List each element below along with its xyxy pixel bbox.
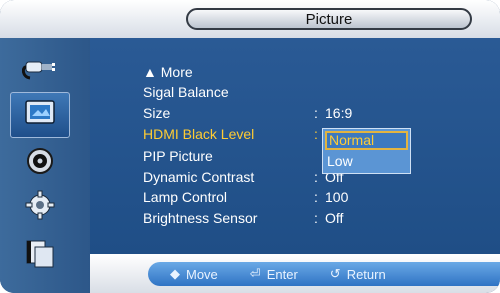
menu-item-label: Brightness Sensor [143,210,258,226]
menu-item-label: PIP Picture [143,148,213,164]
sidebar-item-input[interactable] [10,46,70,92]
menu-item-colon: : [314,169,318,185]
title-bar: Picture [0,0,500,38]
menu-item-colon: : [314,105,318,121]
return-icon: ↺ [329,266,341,281]
navigation-hints: ◆ Move ⏎ Enter ↺ Return [148,262,500,286]
setup-gear-icon [22,189,58,226]
move-hint-label: Move [186,266,218,282]
menu-item-value: 100 [325,189,349,205]
menu-item-label: Size [143,105,171,121]
menu-item-label: ▲ More [143,64,193,80]
menu-item-colon: : [314,126,318,142]
sidebar-item-multi-window[interactable] [10,232,70,278]
dropdown-option-low[interactable]: Low [325,152,408,171]
dropdown-option-normal[interactable]: Normal [325,131,408,150]
move-hint: ◆ Move [170,266,218,282]
menu-item-sigal-balance[interactable]: Sigal Balance [143,82,473,102]
menu-item-pip-picture[interactable]: PIP Picture [143,146,473,166]
enter-hint: ⏎ Enter [250,266,298,282]
sound-icon [22,146,58,181]
hdmi-black-level-dropdown[interactable]: Normal Low [322,128,411,174]
menu-item-size[interactable]: Size : 16:9 [143,103,473,123]
sidebar-item-sound[interactable] [10,140,70,186]
enter-icon: ⏎ [249,266,261,281]
menu-item-label: Sigal Balance [143,84,229,100]
picture-icon [22,98,58,133]
menu-item-value: Off [325,210,344,226]
move-updown-icon: ◆ [170,266,180,281]
menu-item-label: Lamp Control [143,189,228,205]
sidebar-item-setup[interactable] [10,184,70,230]
return-hint: ↺ Return [330,266,386,282]
menu-item-label: Dynamic Contrast [143,169,255,185]
enter-hint-label: Enter [266,266,298,282]
menu-item-dynamic-contrast[interactable]: Dynamic Contrast : Off [143,167,473,187]
sidebar [0,38,90,293]
menu-item-colon: : [314,189,318,205]
sidebar-item-picture[interactable] [10,92,70,138]
menu-item-label: HDMI Black Level [143,126,255,142]
multi-window-icon [21,237,59,274]
menu-item-value: 16:9 [325,105,353,121]
menu-item-lamp-control[interactable]: Lamp Control : 100 [143,187,473,207]
menu-item-hdmi-black-level[interactable]: HDMI Black Level : [143,124,473,144]
window-title: Picture [186,8,472,30]
return-hint-label: Return [346,266,386,282]
menu-item-brightness-sensor[interactable]: Brightness Sensor : Off [143,208,473,228]
menu-item-more[interactable]: ▲ More [143,62,473,82]
input-plug-icon [21,52,58,87]
menu-item-colon: : [314,210,318,226]
osd-menu: Picture ▲ More Sigal Balance Size: 16:9… [0,0,500,293]
